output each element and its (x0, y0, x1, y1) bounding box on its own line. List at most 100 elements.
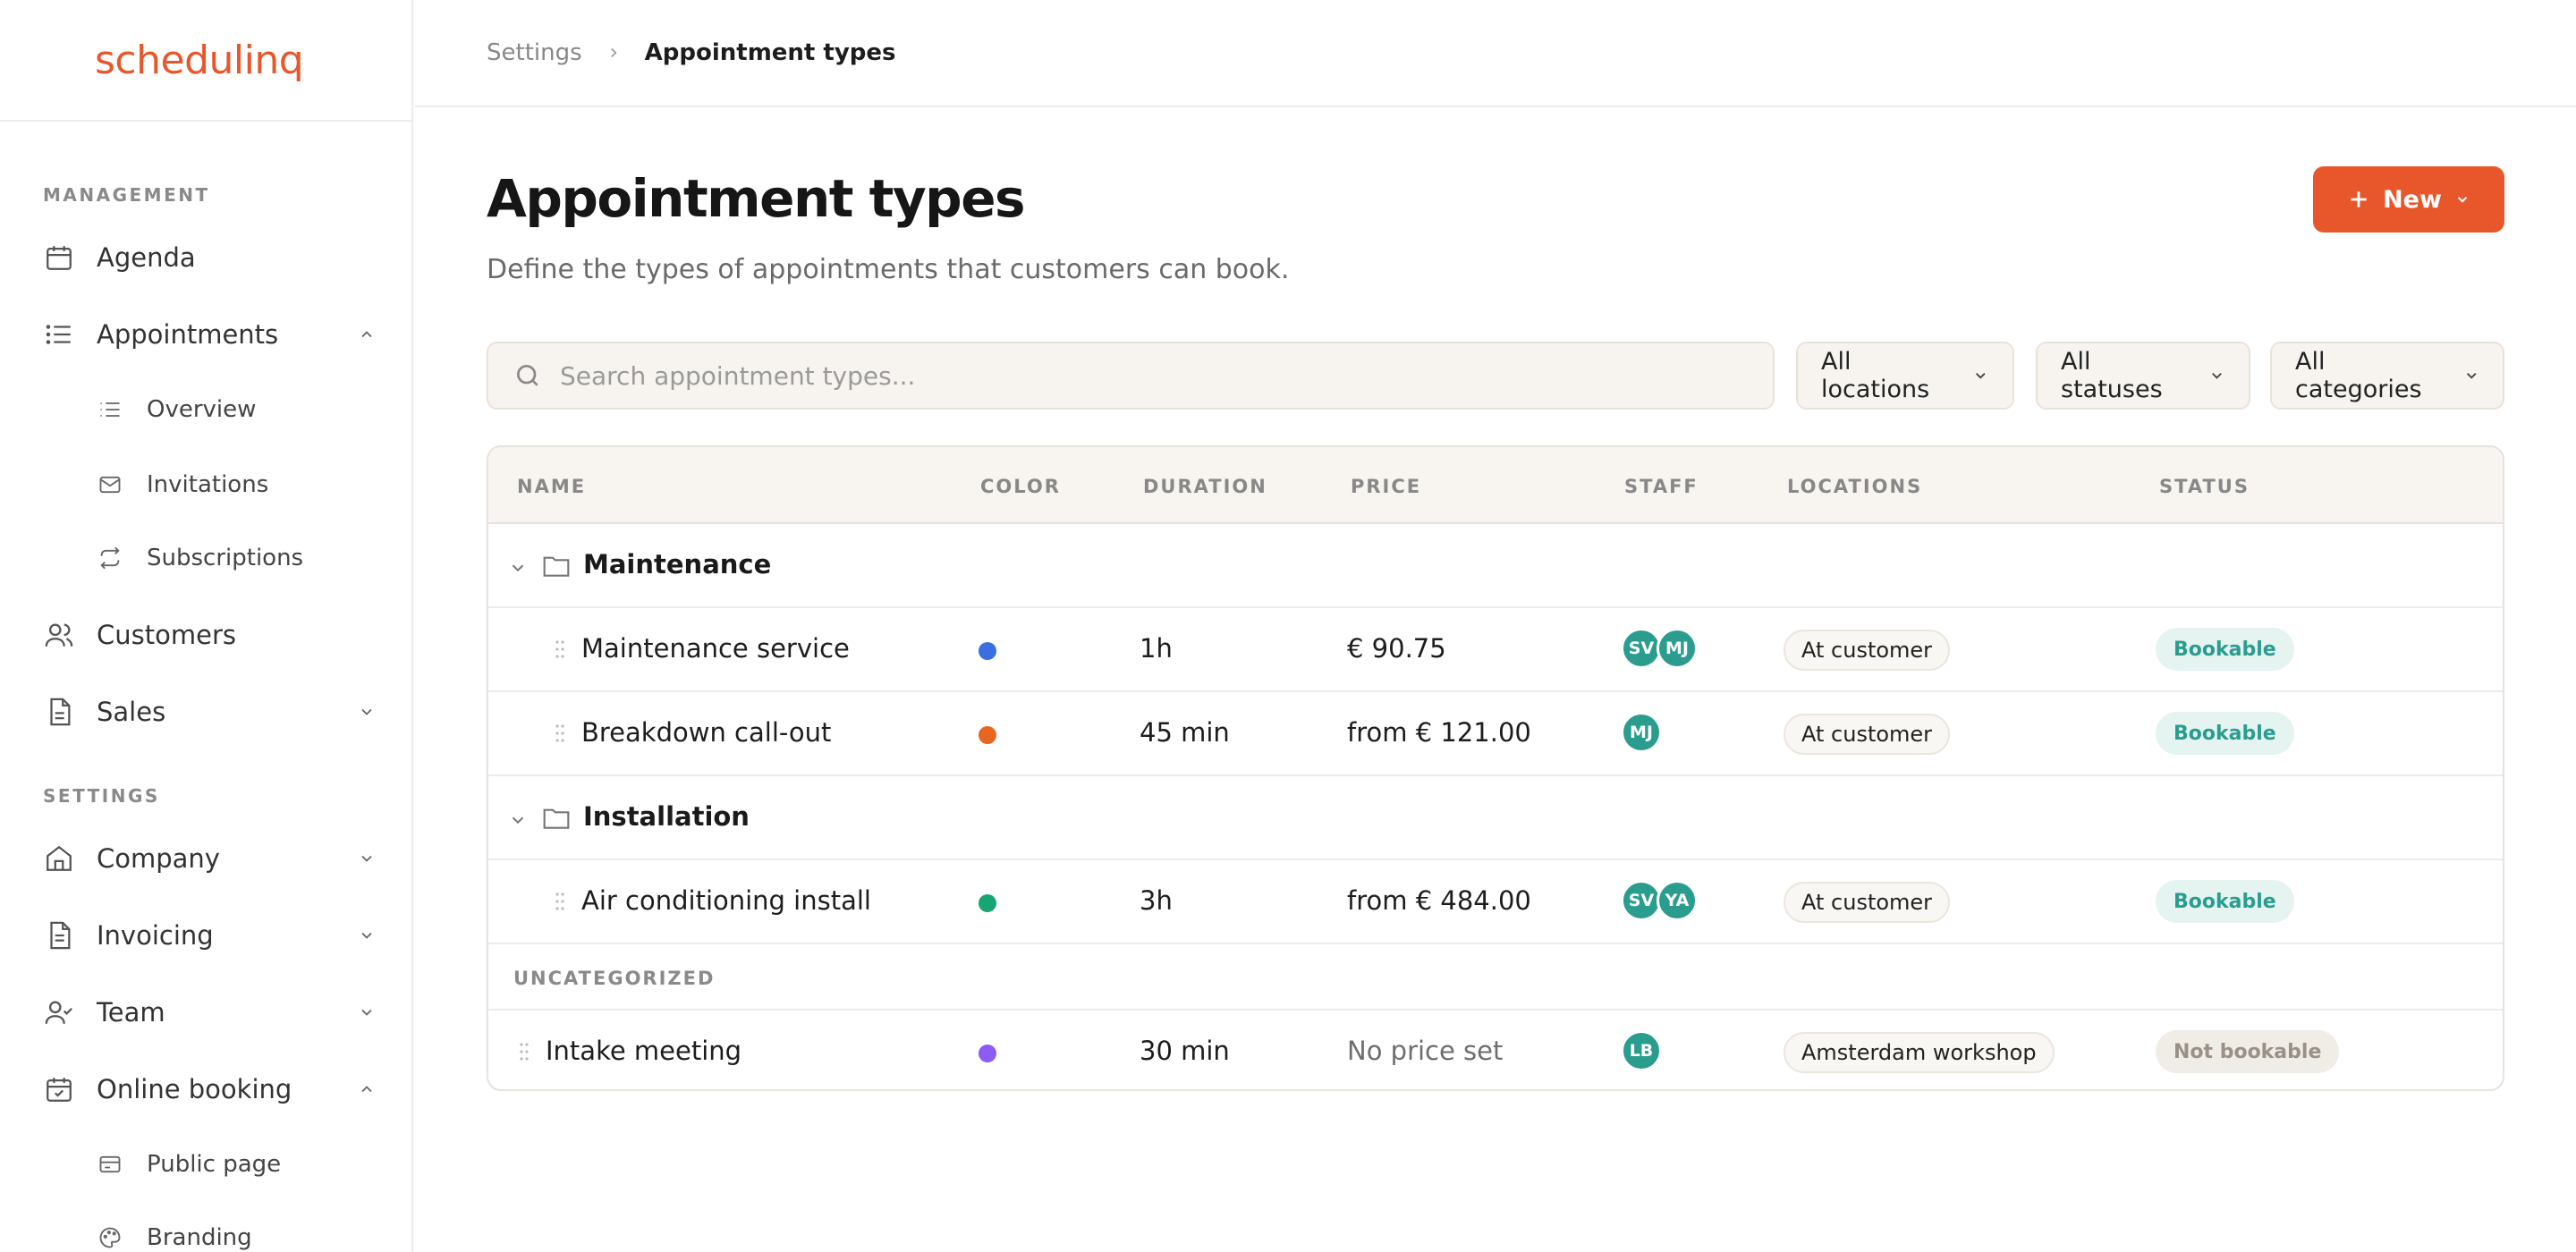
column-header-price[interactable]: PRICE (1351, 476, 1421, 497)
chevron-down-icon[interactable] (358, 850, 376, 867)
location-pill: At customer (1784, 714, 1951, 755)
page-title: Appointment types (487, 168, 1026, 229)
sidebar-subitem-label: Branding (147, 1224, 252, 1251)
group-row-installation[interactable]: Installation (488, 776, 2503, 860)
drag-handle-icon[interactable] (519, 1041, 530, 1062)
group-row-uncategorized: UNCATEGORIZED (488, 944, 2503, 1011)
sidebar-item-label: Customers (97, 620, 236, 650)
breadcrumb-current: Appointment types (644, 39, 896, 66)
sidebar-item-invoicing[interactable]: Invoicing (43, 910, 376, 960)
logo-text: schedulinq (95, 37, 304, 83)
column-header-status[interactable]: STATUS (2159, 476, 2250, 497)
sidebar-item-label: Online booking (97, 1074, 292, 1104)
color-dot (979, 894, 996, 912)
group-label: Installation (583, 801, 750, 832)
column-header-locations: LOCATIONS (1787, 476, 1923, 497)
table-row[interactable]: Maintenance service 1h € 90.75 SV MJ At … (488, 608, 2503, 692)
row-name: Air conditioning install (581, 885, 871, 916)
sidebar-subitem-label: Public page (147, 1151, 282, 1178)
status-badge: Bookable (2156, 628, 2294, 671)
sidebar-item-sales[interactable]: Sales (43, 687, 376, 737)
group-row-maintenance[interactable]: Maintenance (488, 524, 2503, 608)
avatar: MJ (1621, 712, 1662, 753)
group-label: Maintenance (583, 549, 772, 579)
mail-icon (97, 471, 123, 498)
sidebar-item-label: Team (97, 997, 165, 1028)
folder-icon (543, 556, 570, 577)
sidebar-item-label: Company (97, 843, 220, 874)
row-name: Intake meeting (546, 1036, 742, 1066)
folder-icon (543, 808, 570, 829)
sidebar-item-appointments[interactable]: Appointments (43, 309, 376, 360)
chevron-down-icon[interactable] (508, 810, 528, 830)
drag-handle-icon[interactable] (555, 639, 565, 660)
new-button-label: New (2383, 185, 2442, 214)
sidebar-subitem-subscriptions[interactable]: Subscriptions (97, 535, 303, 581)
sidebar-item-label: Appointments (97, 319, 279, 350)
repeat-icon (97, 545, 123, 571)
table-row[interactable]: Intake meeting 30 min No price set LB Am… (488, 1011, 2503, 1089)
filter-locations[interactable]: All locations (1796, 342, 2014, 410)
sidebar-item-agenda[interactable]: Agenda (43, 233, 376, 283)
sidebar-item-team[interactable]: Team (43, 987, 376, 1037)
chevron-down-icon[interactable] (358, 703, 376, 721)
sidebar-subitem-public-page[interactable]: Public page (97, 1141, 281, 1188)
sidebar-subitem-invitations[interactable]: Invitations (97, 461, 268, 508)
new-button[interactable]: New (2313, 166, 2504, 233)
sidebar-item-online-booking[interactable]: Online booking (43, 1064, 376, 1114)
search-box[interactable] (487, 342, 1775, 410)
row-duration: 30 min (1140, 1036, 1230, 1066)
filter-locations-label: All locations (1821, 348, 1930, 403)
color-dot (979, 1045, 996, 1062)
row-duration: 3h (1140, 885, 1173, 916)
table-row[interactable]: Breakdown call-out 45 min from € 121.00 … (488, 692, 2503, 776)
chevron-right-icon (610, 47, 617, 58)
row-name: Breakdown call-out (581, 717, 832, 748)
avatar: MJ (1657, 628, 1698, 669)
status-badge: Bookable (2156, 880, 2294, 923)
column-header-name[interactable]: NAME (517, 476, 586, 497)
logo[interactable]: schedulinq (0, 0, 411, 122)
sidebar-subitem-label: Overview (147, 396, 257, 423)
card-icon (97, 1151, 123, 1178)
table-row[interactable]: Air conditioning install 3h from € 484.0… (488, 860, 2503, 944)
chevron-up-icon[interactable] (358, 1080, 376, 1098)
chevron-up-icon[interactable] (358, 326, 376, 343)
list-icon (43, 318, 75, 351)
location-pill: At customer (1784, 630, 1951, 671)
drag-handle-icon[interactable] (555, 723, 565, 744)
sidebar-subitem-overview[interactable]: Overview (97, 386, 256, 433)
calendar-icon (43, 241, 75, 274)
section-title-settings: SETTINGS (43, 785, 160, 807)
row-price: from € 121.00 (1347, 717, 1531, 748)
chevron-down-icon[interactable] (508, 558, 528, 578)
row-duration: 1h (1140, 633, 1173, 664)
row-price: € 90.75 (1347, 633, 1446, 664)
invoice-icon (43, 919, 75, 952)
drag-handle-icon[interactable] (555, 891, 565, 912)
column-header-staff: STAFF (1624, 476, 1699, 497)
avatar: YA (1657, 880, 1698, 921)
sidebar-item-company[interactable]: Company (43, 833, 376, 884)
status-badge: Not bookable (2156, 1030, 2340, 1073)
row-price: from € 484.00 (1347, 885, 1531, 916)
chevron-down-icon[interactable] (358, 1003, 376, 1021)
search-input[interactable] (560, 360, 1723, 391)
sidebar-subitem-label: Subscriptions (147, 545, 304, 571)
breadcrumb-parent[interactable]: Settings (487, 39, 582, 66)
column-header-duration[interactable]: DURATION (1143, 476, 1267, 497)
filter-categories[interactable]: All categories (2270, 342, 2504, 410)
color-dot (979, 642, 996, 660)
filter-statuses[interactable]: All statuses (2036, 342, 2250, 410)
chevron-down-icon (2466, 373, 2477, 379)
sidebar-item-customers[interactable]: Customers (43, 610, 376, 660)
group-label: UNCATEGORIZED (513, 968, 716, 989)
document-icon (43, 696, 75, 728)
plus-icon (2351, 191, 2367, 207)
sidebar-item-label: Sales (97, 697, 166, 727)
sidebar-subitem-branding[interactable]: Branding (97, 1214, 252, 1252)
chevron-down-icon[interactable] (358, 926, 376, 944)
sidebar-subitem-label: Invitations (147, 471, 269, 498)
chevron-down-icon (2212, 372, 2222, 379)
filter-categories-label: All categories (2295, 348, 2422, 403)
